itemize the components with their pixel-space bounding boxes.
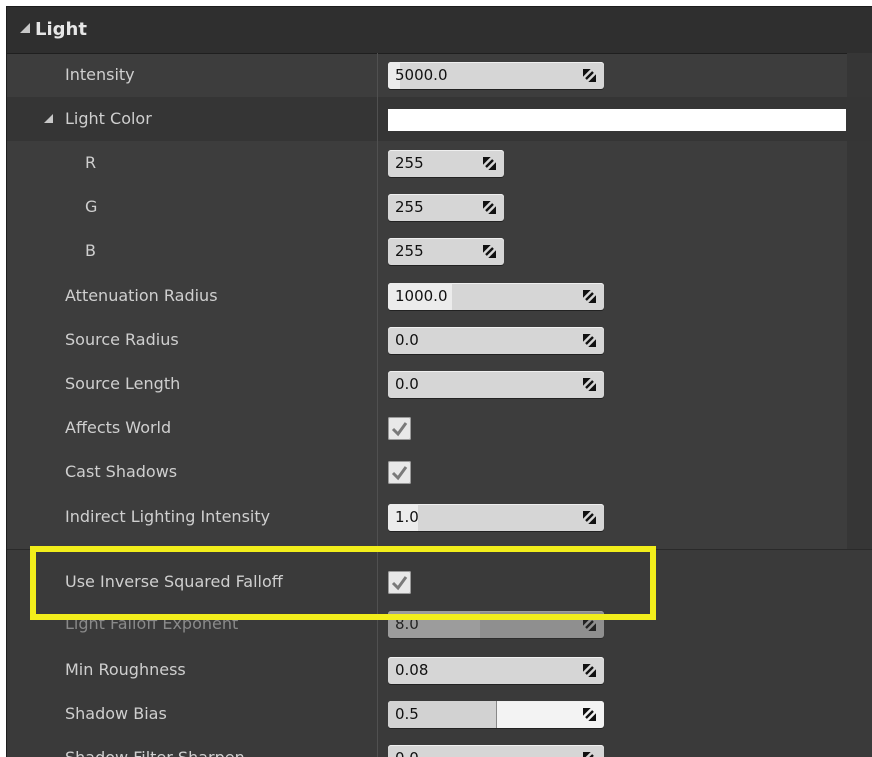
checkmark-icon	[391, 466, 408, 481]
intensity-input[interactable]: 5000.0	[388, 62, 604, 89]
input-value: 0.0	[395, 375, 419, 393]
property-row-shadow-bias: Shadow Bias 0.5	[7, 692, 872, 736]
r-input[interactable]: 255	[388, 150, 504, 177]
property-label: B	[85, 241, 96, 260]
property-row-indirect-lighting-intensity: Indirect Lighting Intensity 1.0	[7, 495, 872, 539]
affects-world-checkbox[interactable]	[388, 417, 411, 440]
spin-arrows-icon[interactable]	[483, 245, 496, 258]
property-label: Cast Shadows	[65, 462, 178, 481]
spin-arrows-icon[interactable]	[583, 664, 596, 677]
property-row-b: B 255	[7, 229, 872, 273]
spin-arrows-icon[interactable]	[583, 511, 596, 524]
property-row-attenuation-radius: Attenuation Radius 1000.0	[7, 274, 872, 318]
property-row-affects-world: Affects World	[7, 406, 872, 450]
input-value: 0.08	[395, 661, 429, 679]
attenuation-radius-input[interactable]: 1000.0	[388, 283, 604, 310]
g-input[interactable]: 255	[388, 194, 504, 221]
property-label: Attenuation Radius	[65, 286, 218, 305]
property-label: Shadow Bias	[65, 704, 167, 723]
input-value: 0.5	[395, 705, 419, 723]
category-title: Light	[35, 19, 87, 40]
property-label: Intensity	[65, 65, 135, 84]
property-label: Source Length	[65, 374, 181, 393]
spin-arrows-icon[interactable]	[583, 752, 596, 757]
property-row-light-color: Light Color	[7, 97, 872, 141]
spin-arrows-icon[interactable]	[583, 290, 596, 303]
input-value: 5000.0	[395, 66, 448, 84]
cast-shadows-checkbox[interactable]	[388, 461, 411, 484]
collapse-triangle-icon[interactable]	[20, 23, 30, 33]
spin-arrows-icon[interactable]	[583, 378, 596, 391]
spin-arrows-icon[interactable]	[583, 69, 596, 82]
property-row-cast-shadows: Cast Shadows	[7, 450, 872, 494]
property-label: G	[85, 197, 98, 216]
light-color-swatch[interactable]	[388, 109, 846, 131]
source-radius-input[interactable]: 0.0	[388, 327, 604, 354]
property-label: Source Radius	[65, 330, 179, 349]
input-value: 255	[395, 242, 424, 260]
category-header-light[interactable]: Light	[7, 7, 872, 54]
property-row-source-length: Source Length 0.0	[7, 362, 872, 406]
details-panel: Light Intensity 5000.0 Light Color R 255…	[6, 6, 872, 757]
property-row-shadow-filter-sharpen: Shadow Filter Sharpen 0.0	[7, 736, 872, 757]
indirect-lighting-intensity-input[interactable]: 1.0	[388, 504, 604, 531]
property-row-min-roughness: Min Roughness 0.08	[7, 648, 872, 692]
source-length-input[interactable]: 0.0	[388, 371, 604, 398]
highlight-box	[30, 546, 656, 620]
property-label: Indirect Lighting Intensity	[65, 507, 271, 526]
property-label: Light Color	[65, 109, 152, 128]
property-label: R	[85, 153, 97, 172]
property-row-intensity: Intensity 5000.0	[7, 53, 872, 97]
spin-arrows-icon[interactable]	[483, 201, 496, 214]
input-value: 1.0	[395, 508, 419, 526]
expand-triangle-icon[interactable]	[44, 114, 53, 123]
min-roughness-input[interactable]: 0.08	[388, 657, 604, 684]
checkmark-icon	[391, 422, 408, 437]
input-value: 255	[395, 154, 424, 172]
property-row-source-radius: Source Radius 0.0	[7, 318, 872, 362]
property-label: Affects World	[65, 418, 172, 437]
property-row-g: G 255	[7, 185, 872, 229]
b-input[interactable]: 255	[388, 238, 504, 265]
input-value: 1000.0	[395, 287, 448, 305]
input-value: 255	[395, 198, 424, 216]
spin-arrows-icon[interactable]	[483, 157, 496, 170]
shadow-bias-input[interactable]: 0.5	[388, 701, 604, 728]
input-value: 0.0	[395, 331, 419, 349]
column-divider[interactable]	[377, 53, 378, 757]
property-label: Min Roughness	[65, 660, 186, 679]
spin-arrows-icon[interactable]	[583, 708, 596, 721]
shadow-filter-sharpen-input[interactable]: 0.0	[388, 745, 604, 757]
spin-arrows-icon[interactable]	[583, 334, 596, 347]
property-row-r: R 255	[7, 141, 872, 185]
